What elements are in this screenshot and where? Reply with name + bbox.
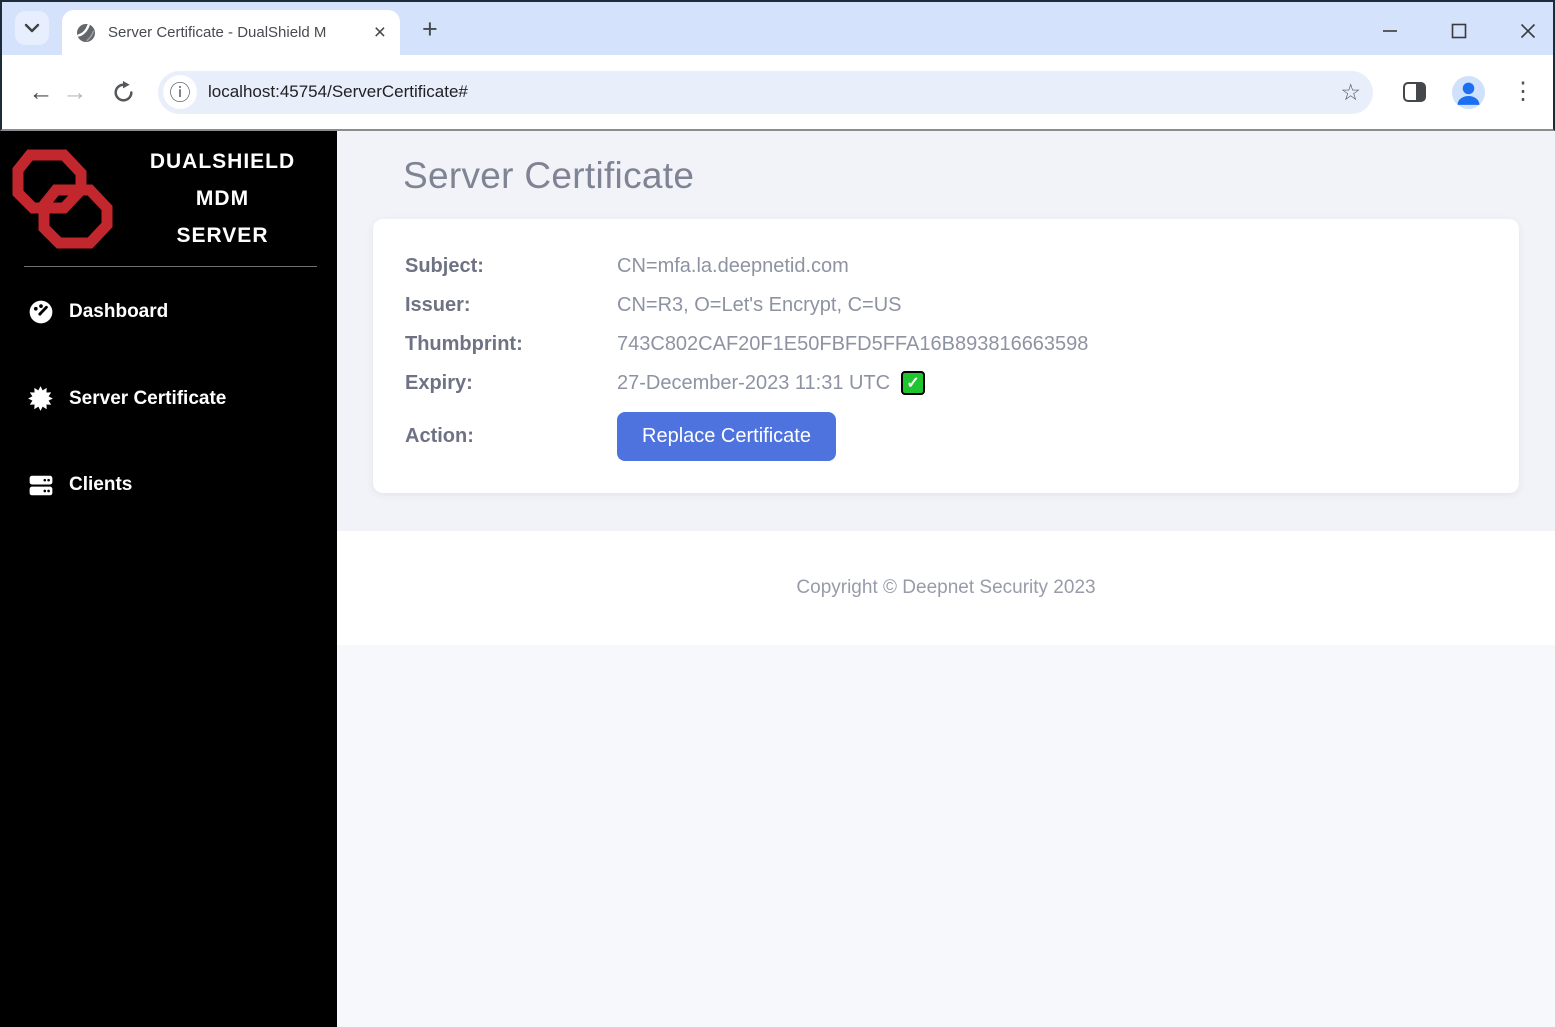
subject-label: Subject: — [405, 254, 484, 277]
browser-window: Server Certificate - DualShield M × + ← … — [0, 0, 1555, 1027]
bookmark-star-icon[interactable]: ☆ — [1340, 79, 1361, 106]
chevron-down-icon — [24, 23, 40, 33]
sidebar-item-dashboard[interactable]: Dashboard — [0, 291, 337, 333]
url-text[interactable]: localhost:45754/ServerCertificate# — [208, 82, 1340, 102]
tab-title: Server Certificate - DualShield M — [108, 22, 370, 43]
brand[interactable]: DUALSHIELD MDM SERVER — [0, 131, 337, 262]
sidebar-item-server-certificate[interactable]: Server Certificate — [0, 377, 337, 420]
footer: Copyright © Deepnet Security 2023 — [337, 531, 1555, 645]
sidebar-item-label: Dashboard — [69, 301, 169, 322]
forward-button[interactable]: → — [58, 78, 92, 107]
page-background — [337, 645, 1555, 1027]
cert-row-thumbprint: Thumbprint: 743C802CAF20F1E50FBFD5FFA16B… — [405, 329, 1487, 359]
issuer-value: CN=R3, O=Let's Encrypt, C=US — [617, 293, 902, 316]
cert-row-subject: Subject: CN=mfa.la.deepnetid.com — [405, 251, 1487, 281]
sidebar-divider — [24, 266, 317, 267]
reload-button[interactable] — [106, 80, 140, 105]
maximize-button[interactable] — [1448, 20, 1470, 42]
sidebar-item-label: Server Certificate — [69, 387, 227, 409]
page-body: DUALSHIELD MDM SERVER Dashboard Server C… — [0, 131, 1555, 1027]
cert-row-action: Action: Replace Certificate — [405, 412, 1487, 461]
sidebar-nav: Dashboard Server Certificate Clients — [0, 291, 337, 506]
profile-avatar[interactable] — [1452, 75, 1485, 109]
main-content: Server Certificate Subject: CN=mfa.la.de… — [337, 131, 1555, 1027]
sidebar-item-label: Clients — [69, 474, 133, 495]
close-icon — [1520, 23, 1536, 39]
brand-title: DUALSHIELD MDM SERVER — [149, 150, 296, 247]
minimize-button[interactable] — [1379, 20, 1401, 42]
back-button[interactable]: ← — [24, 78, 58, 107]
certificate-card: Subject: CN=mfa.la.deepnetid.com Issuer:… — [373, 219, 1519, 493]
maximize-icon — [1451, 23, 1467, 39]
person-icon — [1457, 82, 1480, 105]
expiry-value: 27-December-2023 11:31 UTC ✓ — [617, 371, 926, 395]
issuer-label: Issuer: — [405, 293, 471, 316]
browser-chrome: Server Certificate - DualShield M × + ← … — [0, 0, 1555, 131]
content-area: Server Certificate Subject: CN=mfa.la.de… — [337, 131, 1555, 531]
cert-row-expiry: Expiry: 27-December-2023 11:31 UTC ✓ — [405, 368, 1487, 398]
reload-icon — [113, 80, 133, 102]
sidebar-item-clients[interactable]: Clients — [0, 464, 337, 506]
page-title: Server Certificate — [403, 155, 695, 196]
certificate-seal-icon — [27, 385, 54, 412]
new-tab-button[interactable]: + — [422, 16, 438, 43]
cert-row-issuer: Issuer: CN=R3, O=Let's Encrypt, C=US — [405, 290, 1487, 320]
browser-menu-icon[interactable]: ⋮ — [1511, 80, 1535, 104]
close-window-button[interactable] — [1517, 20, 1539, 42]
tab-search-button[interactable] — [15, 11, 49, 45]
page-info-icon[interactable]: ⓘ — [163, 75, 197, 109]
dualshield-logo-icon — [12, 149, 113, 248]
thumbprint-label: Thumbprint: — [405, 332, 523, 355]
tab-strip: Server Certificate - DualShield M × + — [2, 2, 1553, 55]
action-label: Action: — [405, 425, 474, 447]
globe-favicon-icon — [77, 23, 95, 42]
window-controls — [1379, 20, 1539, 42]
subject-value: CN=mfa.la.deepnetid.com — [617, 254, 849, 277]
side-panel-icon[interactable] — [1403, 82, 1426, 102]
minimize-icon — [1383, 30, 1397, 32]
copyright-text: Copyright © Deepnet Security 2023 — [796, 577, 1096, 598]
server-stack-icon — [27, 472, 54, 498]
address-bar[interactable]: ⓘ localhost:45754/ServerCertificate# ☆ — [158, 70, 1373, 114]
browser-toolbar: ← → ⓘ localhost:45754/ServerCertificate#… — [2, 55, 1553, 129]
browser-tab[interactable]: Server Certificate - DualShield M × — [62, 10, 400, 55]
tab-close-icon[interactable]: × — [370, 22, 390, 43]
expiry-label: Expiry: — [405, 371, 473, 394]
sidebar: DUALSHIELD MDM SERVER Dashboard Server C… — [0, 131, 337, 1027]
replace-certificate-button[interactable]: Replace Certificate — [617, 412, 836, 461]
gauge-icon — [27, 299, 54, 325]
valid-check-icon: ✓ — [901, 371, 926, 395]
thumbprint-value: 743C802CAF20F1E50FBFD5FFA16B893816663598 — [617, 332, 1089, 355]
